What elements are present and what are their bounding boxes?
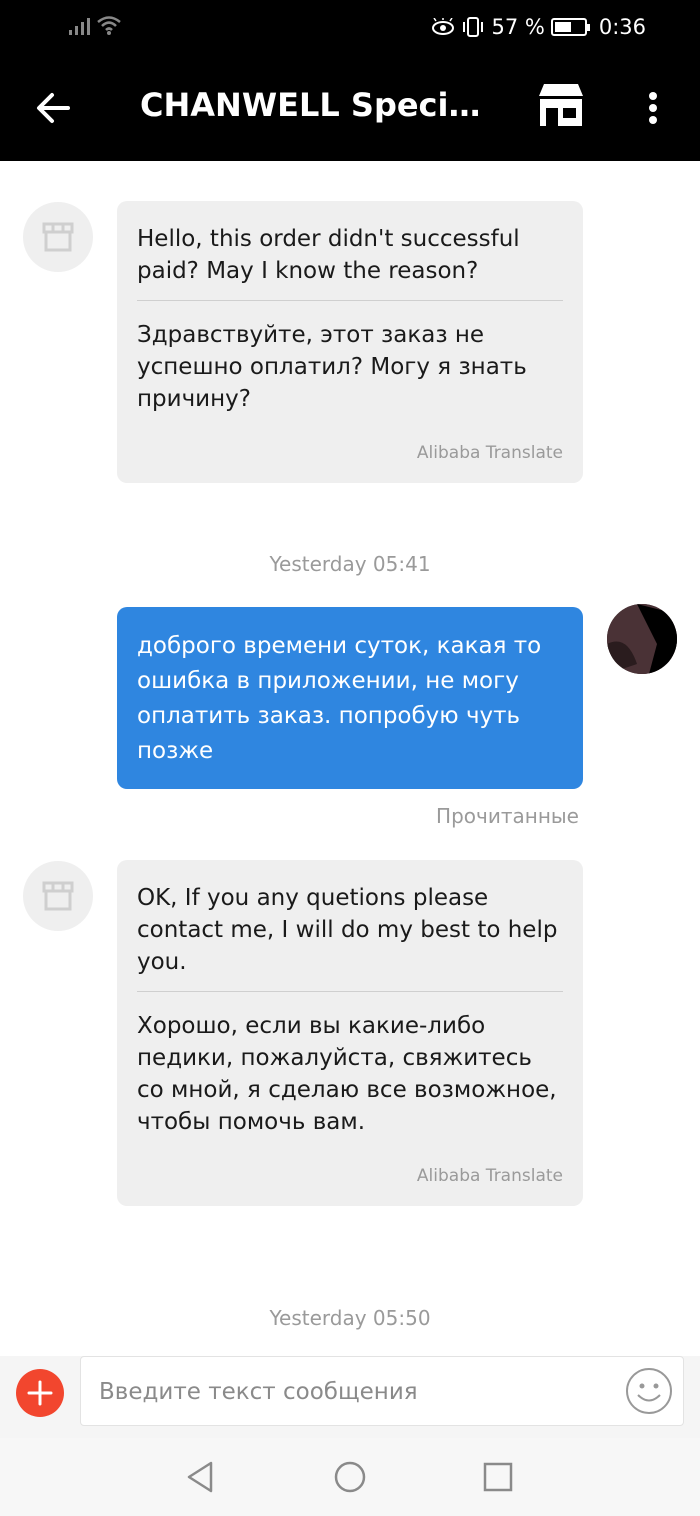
divider [137,300,563,301]
message-translated-text: Здравствуйте, этот заказ не успешно опла… [137,322,527,412]
message-original-text: OK, If you any quetions please contact m… [137,885,558,975]
status-bar: 57 % 0:36 [0,0,700,56]
chat-title: CHANWELL Specialt... [140,86,490,124]
incoming-message[interactable]: Hello, this order didn't successful paid… [117,201,583,483]
battery-percent: 57 % [491,15,545,39]
app-bar: CHANWELL Specialt... [0,56,700,161]
shop-icon [42,222,74,252]
read-status: Прочитанные [436,804,579,828]
emoji-icon[interactable] [624,1366,674,1416]
seller-avatar[interactable] [23,202,93,272]
message-original-text: Hello, this order didn't successful paid… [137,226,520,284]
message-translated-text: Хорошо, если вы какие-либо педики, пожал… [137,1013,557,1135]
message-input[interactable]: Введите текст сообщения [80,1356,684,1426]
message-timestamp: Yesterday 05:50 [269,1306,431,1330]
user-avatar[interactable] [607,604,677,674]
nav-home-icon[interactable] [333,1460,367,1494]
outgoing-message[interactable]: доброго времени суток, какая то ошибка в… [117,607,583,789]
signal-icon [69,18,90,35]
incoming-message[interactable]: OK, If you any quetions please contact m… [117,860,583,1206]
translation-source: Alibaba Translate [416,1166,563,1186]
vibrate-icon [463,17,484,37]
wifi-icon [97,16,121,35]
seller-avatar[interactable] [23,861,93,931]
system-nav-bar [0,1438,700,1516]
more-options-icon[interactable] [640,88,666,128]
divider [137,991,563,992]
battery-fill [554,22,571,32]
message-timestamp: Yesterday 05:41 [269,552,431,576]
add-attachment-button[interactable] [16,1369,64,1417]
nav-recent-apps-icon[interactable] [483,1462,513,1492]
nav-back-icon[interactable] [184,1460,216,1494]
battery-icon [550,18,590,36]
store-icon[interactable] [536,82,586,128]
eye-icon [432,18,455,35]
chat-area[interactable]: Hello, this order didn't successful paid… [0,161,700,1356]
translation-source: Alibaba Translate [416,443,563,463]
clock: 0:36 [598,15,646,39]
message-input-bar: Введите текст сообщения [0,1356,700,1438]
shop-icon [42,881,74,911]
back-arrow-icon[interactable] [34,88,74,128]
plus-icon [27,1380,53,1406]
